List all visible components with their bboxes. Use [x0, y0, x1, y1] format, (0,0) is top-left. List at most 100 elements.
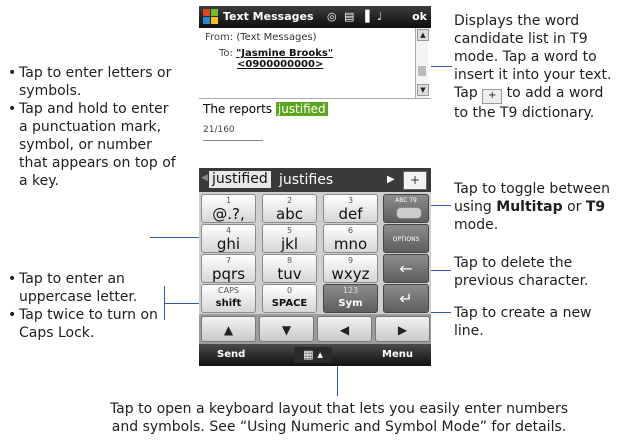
- key-4[interactable]: 4 ghi: [201, 224, 256, 253]
- annotation-item: Tap to enter letters or symbols.: [8, 64, 178, 100]
- annotation-t9: T9: [585, 199, 606, 215]
- annotation-text: or: [562, 199, 586, 215]
- volume-icon[interactable]: ♩: [377, 10, 382, 23]
- connectivity-icon[interactable]: ▤: [344, 10, 354, 23]
- key-number: 9: [347, 256, 354, 265]
- scroll-up-icon[interactable]: ▲: [417, 29, 429, 41]
- right-arrow-key[interactable]: ▶: [375, 316, 430, 342]
- from-label: From:: [205, 32, 234, 43]
- windows-start-icon[interactable]: [203, 9, 219, 25]
- key-3[interactable]: 3 def: [323, 194, 378, 223]
- from-field[interactable]: From: (Text Messages): [205, 32, 411, 43]
- menu-softkey[interactable]: Menu: [382, 349, 413, 360]
- annotation-enter-key: Tap to create a new line.: [454, 305, 592, 339]
- soft-key-bar: Send ▦ ▴ Menu: [199, 344, 431, 366]
- options-button[interactable]: OPTIONS: [383, 224, 429, 253]
- key-number: 5: [286, 226, 293, 235]
- character-counter: 21/160: [203, 125, 235, 135]
- scroll-down-icon[interactable]: ▼: [417, 84, 429, 96]
- annotation-word: Tap: [454, 85, 478, 101]
- annotation-word: to add a word: [506, 85, 604, 101]
- key-1[interactable]: 1 @.?,: [201, 194, 256, 223]
- recipient-name[interactable]: "Jasmine Brooks": [236, 48, 333, 59]
- candidate-left-arrow-icon[interactable]: ◀: [201, 173, 208, 183]
- key-number: 7: [225, 256, 232, 265]
- key-label: shift: [215, 298, 242, 309]
- key-6[interactable]: 6 mno: [323, 224, 378, 253]
- key-number: 3: [347, 196, 354, 205]
- candidate-word[interactable]: justifies: [279, 172, 333, 188]
- key-8[interactable]: 8 tuv: [262, 254, 317, 283]
- key-label: mno: [333, 235, 368, 253]
- keyboard: 1 @.?, 2 abc 3 def ABC T9 4 ghi 5 jkl 6 mno OP…: [199, 192, 431, 344]
- annotation-line: mode. Tap a word to: [454, 49, 597, 65]
- to-field[interactable]: To: "Jasmine Brooks" <0900000000>: [219, 48, 425, 70]
- enter-button[interactable]: ↵: [383, 284, 429, 313]
- up-arrow-key[interactable]: ▲: [201, 316, 256, 342]
- key-number: 6: [347, 226, 354, 235]
- key-label: abc: [276, 205, 303, 223]
- key-label: wxyz: [331, 265, 370, 283]
- signal-strength-icon[interactable]: ▐: [361, 10, 369, 23]
- annotation-sym-key: Tap to open a keyboard layout that lets …: [109, 401, 569, 435]
- key-label: ghi: [216, 235, 241, 253]
- annotation-delete-key: Tap to delete the previous character.: [454, 255, 589, 289]
- input-mode-toggle[interactable]: ABC T9: [383, 194, 429, 223]
- candidate-right-arrow-icon[interactable]: ▶: [387, 174, 395, 185]
- plus-key-icon: +: [482, 89, 503, 104]
- down-arrow-key[interactable]: ▼: [259, 316, 314, 342]
- toggle-switch-icon: [396, 207, 422, 219]
- key-2[interactable]: 2 abc: [262, 194, 317, 223]
- annotation-item: Tap twice to turn on Caps Lock.: [8, 306, 168, 342]
- key-5[interactable]: 5 jkl: [262, 224, 317, 253]
- recipient-number[interactable]: <0900000000>: [237, 59, 323, 70]
- annotation-candidate-list: Displays the word candidate list in T9 m…: [454, 12, 624, 122]
- backspace-button[interactable]: ←: [383, 254, 429, 283]
- annotation-item: Tap and hold to enter a punctuation mark…: [8, 100, 178, 190]
- divider: [203, 140, 263, 141]
- message-pane: From: (Text Messages) To: "Jasmine Brook…: [199, 28, 431, 168]
- keyboard-switch-icon[interactable]: ▦ ▴: [294, 347, 332, 363]
- annotation-line: Tap + to add a word: [454, 84, 624, 104]
- message-body[interactable]: The reports justified: [203, 102, 328, 116]
- phone-screen: Text Messages ◎ ▤ ▐ ♩ ok From: (Text Mes…: [199, 6, 431, 366]
- shift-key[interactable]: CAPS shift: [201, 284, 256, 313]
- send-softkey[interactable]: Send: [217, 349, 245, 360]
- ok-button[interactable]: ok: [412, 10, 427, 23]
- key-label: jkl: [280, 235, 299, 253]
- key-9[interactable]: 9 wxyz: [323, 254, 378, 283]
- key-number: 0: [286, 286, 293, 295]
- to-label: To:: [219, 48, 233, 59]
- annotation-line: to the T9 dictionary.: [454, 105, 595, 121]
- key-label: pqrs: [211, 265, 246, 283]
- highlighted-word: justified: [275, 102, 328, 116]
- key-number: 4: [225, 226, 232, 235]
- annotation-line: Displays the word: [454, 13, 580, 29]
- key-7[interactable]: 7 pqrs: [201, 254, 256, 283]
- from-value: (Text Messages): [236, 32, 317, 43]
- key-label: @.?,: [212, 205, 245, 223]
- app-title: Text Messages: [223, 10, 314, 23]
- annotation-item: Tap to enter an uppercase letter.: [8, 270, 168, 306]
- key-number: 1: [225, 196, 232, 205]
- key-number: 123: [342, 286, 359, 295]
- space-key[interactable]: 0 SPACE: [262, 284, 317, 313]
- sym-key[interactable]: 123 Sym: [323, 284, 378, 313]
- divider: [199, 98, 431, 99]
- annotation-multitap: Multitap: [496, 199, 563, 215]
- scroll-thumb[interactable]: [418, 66, 426, 76]
- annotation-letters-keys: Tap to enter letters or symbols. Tap and…: [8, 64, 178, 190]
- key-label: def: [338, 205, 363, 223]
- key-label: SPACE: [271, 298, 308, 309]
- left-arrow-key[interactable]: ◀: [317, 316, 372, 342]
- arrow-keys-row: ▲ ▼ ◀ ▶: [199, 314, 431, 344]
- candidate-word[interactable]: justified: [209, 171, 271, 188]
- options-label: OPTIONS: [392, 236, 420, 243]
- message-notification-icon[interactable]: ◎: [327, 10, 337, 23]
- key-label: Sym: [338, 298, 363, 309]
- key-number: 8: [286, 256, 293, 265]
- header-scrollbar[interactable]: ▲ ▼: [415, 28, 429, 98]
- title-bar: Text Messages ◎ ▤ ▐ ♩ ok: [199, 6, 431, 28]
- key-label: tuv: [277, 265, 302, 283]
- annotation-toggle-mode: Tap to toggle between using Multitap or …: [454, 180, 624, 234]
